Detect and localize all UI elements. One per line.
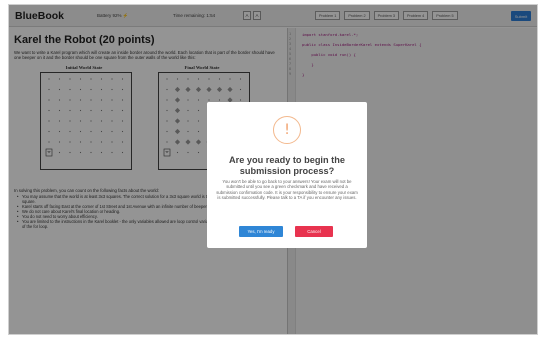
- exam-window: BlueBook Battery 92% ⚡ Time remaining: 1…: [8, 4, 538, 335]
- confirm-ready-button[interactable]: Yes, I'm ready: [239, 226, 283, 237]
- exclamation-icon: !: [273, 116, 301, 144]
- dialog-message: You won't be able to go back to your ans…: [216, 179, 358, 201]
- cancel-button[interactable]: Cancel: [295, 226, 333, 237]
- submission-dialog: ! Are you ready to begin the submission …: [207, 102, 367, 248]
- dialog-title: Are you ready to begin the submission pr…: [229, 155, 345, 176]
